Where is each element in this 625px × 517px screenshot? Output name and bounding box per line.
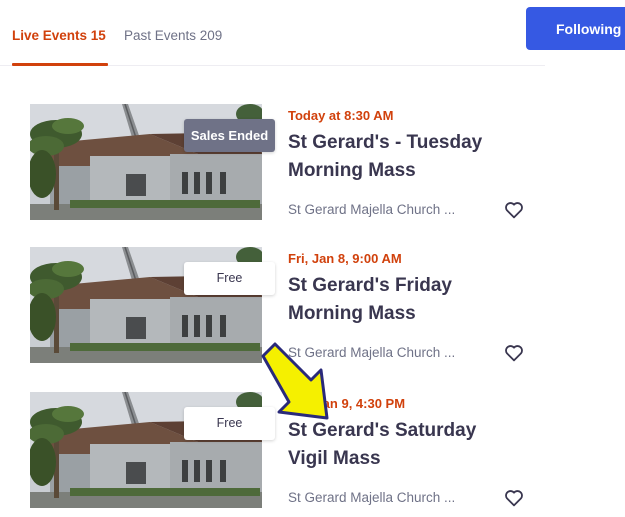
event-tabs: Live Events 15 Past Events 209 — [0, 0, 545, 66]
event-venue: St Gerard Majella Church ... — [288, 202, 456, 217]
tab-past-events[interactable]: Past Events 209 — [124, 28, 222, 43]
active-tab-indicator — [12, 63, 108, 66]
event-venue: St Gerard Majella Church ... — [288, 345, 456, 360]
event-date: Today at 8:30 AM — [288, 108, 394, 123]
event-venue: St Gerard Majella Church ... — [288, 490, 456, 505]
price-badge: Free — [184, 407, 275, 440]
event-date: Sat, Jan 9, 4:30 PM — [288, 396, 406, 411]
heart-icon[interactable] — [504, 489, 524, 507]
heart-icon[interactable] — [504, 344, 524, 362]
event-title[interactable]: St Gerard's Friday Morning Mass — [288, 272, 518, 328]
heart-icon[interactable] — [504, 201, 524, 219]
event-title[interactable]: St Gerard's - Tuesday Morning Mass — [288, 129, 518, 185]
price-badge: Free — [184, 262, 275, 295]
event-title[interactable]: St Gerard's Saturday Vigil Mass — [288, 417, 518, 473]
event-card[interactable]: Free Sat, Jan 9, 4:30 PM St Gerard's Sat… — [30, 392, 550, 508]
event-date: Fri, Jan 8, 9:00 AM — [288, 251, 402, 266]
event-card[interactable]: Sales Ended Today at 8:30 AM St Gerard's… — [30, 104, 550, 220]
sales-ended-badge: Sales Ended — [184, 119, 275, 152]
tab-live-events[interactable]: Live Events 15 — [12, 28, 106, 43]
event-card[interactable]: Free Fri, Jan 8, 9:00 AM St Gerard's Fri… — [30, 247, 550, 363]
following-button[interactable]: Following — [526, 7, 625, 50]
